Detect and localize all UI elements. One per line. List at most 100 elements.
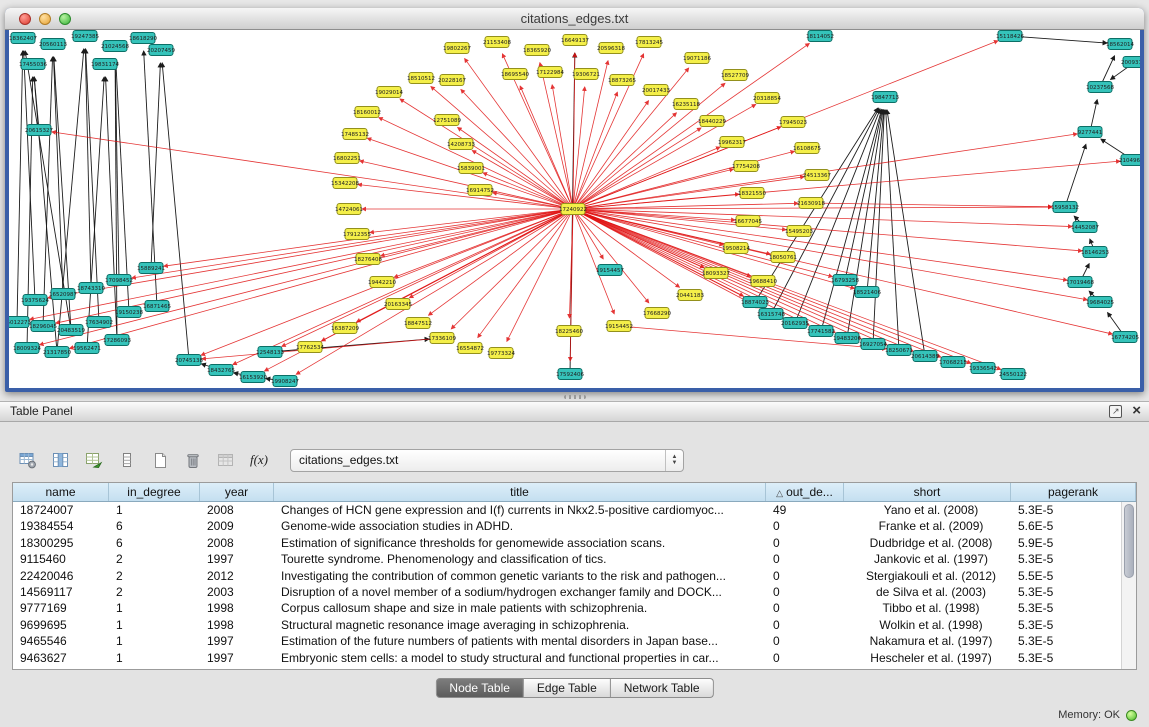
graph-node[interactable]: 15958132 — [1051, 202, 1079, 213]
graph-node[interactable]: 17336109 — [428, 333, 456, 344]
graph-node[interactable]: 20017433 — [642, 85, 670, 96]
graph-node[interactable]: 19962317 — [718, 137, 746, 148]
graph-node[interactable]: 18440229 — [698, 116, 726, 127]
column-header-title[interactable]: title — [274, 483, 766, 501]
table-row[interactable]: 1830029562008Estimation of significance … — [13, 535, 1121, 551]
graph-node[interactable]: 12548133 — [256, 347, 284, 358]
black-edge[interactable] — [867, 110, 884, 292]
graph-node[interactable]: 20093147 — [1121, 57, 1140, 68]
graph-node[interactable]: 12751089 — [433, 115, 461, 126]
black-edge[interactable] — [151, 63, 160, 268]
table-vertical-scrollbar[interactable] — [1121, 502, 1136, 669]
graph-node[interactable]: 16387209 — [331, 323, 359, 334]
graph-node[interactable]: 19508214 — [722, 243, 750, 254]
graph-node[interactable]: 18510512 — [407, 73, 435, 84]
red-edge[interactable] — [573, 92, 617, 209]
graph-node[interactable]: 18050761 — [769, 252, 797, 263]
graph-node[interactable]: 24550122 — [999, 369, 1027, 380]
graph-node[interactable]: 18618290 — [129, 33, 157, 44]
black-edge[interactable] — [771, 109, 879, 314]
graph-node[interactable]: 18276408 — [354, 254, 382, 265]
graph-node[interactable]: 20614389 — [911, 351, 939, 362]
graph-node[interactable]: 18250671 — [885, 345, 913, 356]
graph-node[interactable]: 17668290 — [643, 308, 671, 319]
graph-node[interactable]: 19336542 — [969, 363, 997, 374]
graph-node[interactable]: 16774205 — [1111, 332, 1139, 343]
graph-node[interactable]: 16315748 — [757, 309, 785, 320]
graph-node[interactable]: 19684025 — [1086, 297, 1114, 308]
graph-node[interactable]: 16520987 — [49, 289, 77, 300]
red-edge[interactable] — [540, 63, 573, 209]
graph-node[interactable]: 18362407 — [9, 33, 37, 44]
red-edge[interactable] — [573, 61, 608, 209]
tab-node-table[interactable]: Node Table — [435, 678, 524, 698]
graph-node[interactable]: 18296045 — [29, 321, 57, 332]
table-row[interactable]: 946362711997Embryonic stem cells: a mode… — [13, 650, 1121, 666]
table-row[interactable]: 1456911722003Disruption of a novel membe… — [13, 584, 1121, 600]
close-window-button[interactable] — [19, 13, 31, 25]
graph-node[interactable]: 18527709 — [721, 70, 749, 81]
column-header-pagerank[interactable]: pagerank — [1011, 483, 1136, 501]
table-row[interactable]: 2242004622012Investigating the contribut… — [13, 568, 1121, 584]
graph-node[interactable]: 19773324 — [487, 348, 515, 359]
graph-node[interactable]: 17592406 — [556, 369, 584, 380]
graph-node[interactable]: 19802267 — [443, 43, 471, 54]
graph-node[interactable]: 14208733 — [447, 139, 475, 150]
graph-node[interactable]: 10237568 — [1086, 82, 1114, 93]
graph-node[interactable]: 16802251 — [333, 153, 361, 164]
graph-node[interactable]: 19831174 — [91, 59, 119, 70]
red-edge[interactable] — [811, 203, 1052, 207]
graph-node[interactable]: 19029014 — [375, 87, 403, 98]
graph-node[interactable]: 18093327 — [702, 268, 730, 279]
graph-node[interactable]: 18146253 — [1081, 247, 1109, 258]
graph-node[interactable]: 18432765 — [207, 365, 235, 376]
column-header-in_degree[interactable]: in_degree — [109, 483, 200, 501]
graph-node[interactable]: 16927054 — [859, 339, 887, 350]
graph-node[interactable]: 16649137 — [561, 35, 589, 46]
red-edge[interactable] — [573, 104, 756, 209]
graph-node[interactable]: 15889241 — [137, 263, 165, 274]
graph-node[interactable]: 21153408 — [483, 37, 511, 48]
graph-node[interactable]: 19071186 — [683, 53, 711, 64]
red-edge[interactable] — [52, 132, 573, 209]
red-edge[interactable] — [573, 209, 1087, 300]
graph-node[interactable]: 19154457 — [596, 265, 624, 276]
network-canvas[interactable]: 1724092218510512190290141816001217485132… — [9, 30, 1140, 388]
graph-node[interactable]: 21024568 — [101, 41, 129, 52]
column-header-out_degree[interactable]: △out_de... — [766, 483, 844, 501]
graph-node[interactable]: 20745138 — [175, 355, 203, 366]
black-edge[interactable] — [24, 51, 35, 300]
black-edge[interactable] — [1065, 144, 1086, 207]
close-panel-icon[interactable]: × — [1132, 404, 1141, 418]
scrollbar-thumb[interactable] — [1124, 504, 1134, 578]
table-mode-icon[interactable] — [14, 447, 42, 473]
graph-node[interactable]: 17286093 — [103, 335, 131, 346]
black-edge[interactable] — [27, 77, 33, 348]
black-edge[interactable] — [57, 49, 84, 352]
red-edge[interactable] — [573, 87, 585, 209]
graph-node[interactable]: 20318854 — [753, 93, 781, 104]
graph-node[interactable]: 18114052 — [806, 31, 834, 42]
graph-node[interactable]: 21049673 — [1119, 155, 1140, 166]
graph-node[interactable]: 17240922 — [559, 204, 587, 215]
table-row[interactable]: 1872400712008Changes of HCN gene express… — [13, 502, 1121, 518]
black-edge[interactable] — [85, 49, 91, 288]
graph-node[interactable]: 19562471 — [73, 343, 101, 354]
graph-node[interactable]: 17912355 — [343, 229, 371, 240]
graph-node[interactable]: 16914752 — [466, 185, 494, 196]
graph-node[interactable]: 20207459 — [147, 45, 175, 56]
minimize-window-button[interactable] — [39, 13, 51, 25]
tab-edge-table[interactable]: Edge Table — [524, 678, 611, 698]
red-edge[interactable] — [573, 209, 760, 308]
graph-node[interactable]: 19375624 — [21, 295, 49, 306]
red-edge[interactable] — [573, 113, 676, 209]
graph-node[interactable]: 15495203 — [785, 226, 813, 237]
black-edge[interactable] — [1010, 36, 1107, 43]
graph-node[interactable]: 19306721 — [572, 69, 600, 80]
red-edge[interactable] — [573, 151, 794, 209]
panel-splitter[interactable] — [0, 392, 1149, 401]
graph-node[interactable]: 14724061 — [335, 204, 363, 215]
graph-node[interactable]: 17485132 — [341, 129, 369, 140]
graph-node[interactable]: 18743310 — [77, 283, 105, 294]
graph-node[interactable]: 15118426 — [996, 31, 1024, 42]
